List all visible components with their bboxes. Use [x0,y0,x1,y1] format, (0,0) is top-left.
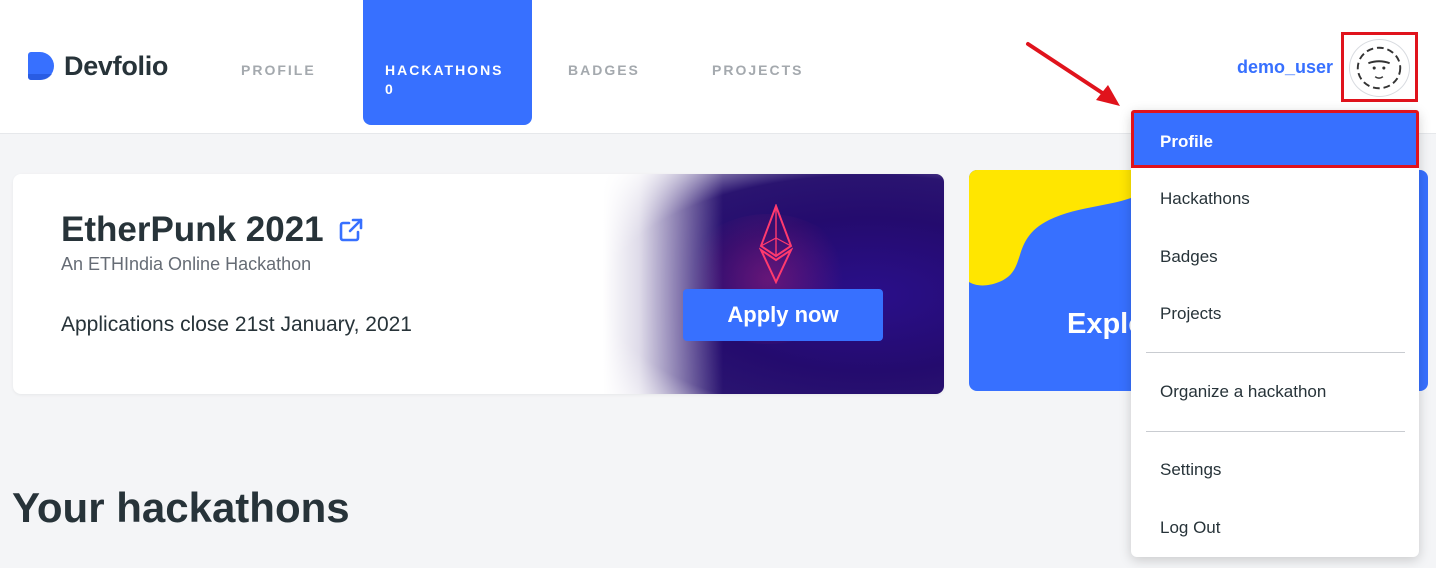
annotation-arrow-icon [1026,42,1120,106]
tab-profile-label: PROFILE [241,62,316,78]
dropdown-item-organize[interactable]: Organize a hackathon [1160,382,1326,402]
avatar-face-icon [1356,46,1402,90]
tab-hackathons-count: 0 [385,81,394,97]
ethereum-logo-icon [759,204,793,284]
tab-hackathons[interactable]: HACKATHONS 0 [363,0,532,125]
event-card: EtherPunk 2021 An ETHIndia Online Hackat… [13,174,944,394]
section-title: Your hackathons [12,484,350,531]
devfolio-logo-icon [28,52,54,81]
avatar-button[interactable] [1349,39,1410,97]
external-link-icon[interactable] [338,217,364,243]
brand-name: Devfolio [64,50,169,81]
tab-projects-label: PROJECTS [712,62,804,78]
dropdown-item-profile[interactable]: Profile [1131,110,1419,168]
tab-badges-label: BADGES [568,62,640,78]
dropdown-item-profile-label: Profile [1160,132,1213,151]
dropdown-divider [1146,431,1405,432]
username-link[interactable]: demo_user [1237,57,1333,78]
dropdown-item-projects[interactable]: Projects [1160,304,1221,324]
event-close-date: Applications close 21st January, 2021 [61,313,412,336]
avatar-highlight-box [1341,32,1418,102]
banner-fade [603,174,723,394]
event-title[interactable]: EtherPunk 2021 [61,210,364,250]
devfolio-logo[interactable]: Devfolio [26,50,168,82]
event-subtitle: An ETHIndia Online Hackathon [61,254,312,274]
apply-now-button[interactable]: Apply now [683,289,883,341]
dropdown-item-badges[interactable]: Badges [1160,247,1218,267]
tab-hackathons-label: HACKATHONS [385,62,504,78]
event-banner-image [603,174,944,394]
dropdown-item-hackathons[interactable]: Hackathons [1160,189,1250,209]
dropdown-divider [1146,352,1405,353]
dropdown-item-settings[interactable]: Settings [1160,460,1221,480]
user-dropdown-menu: Profile Hackathons Badges Projects Organ… [1131,110,1419,557]
event-title-text: EtherPunk 2021 [61,210,324,249]
dropdown-item-logout[interactable]: Log Out [1160,518,1221,538]
